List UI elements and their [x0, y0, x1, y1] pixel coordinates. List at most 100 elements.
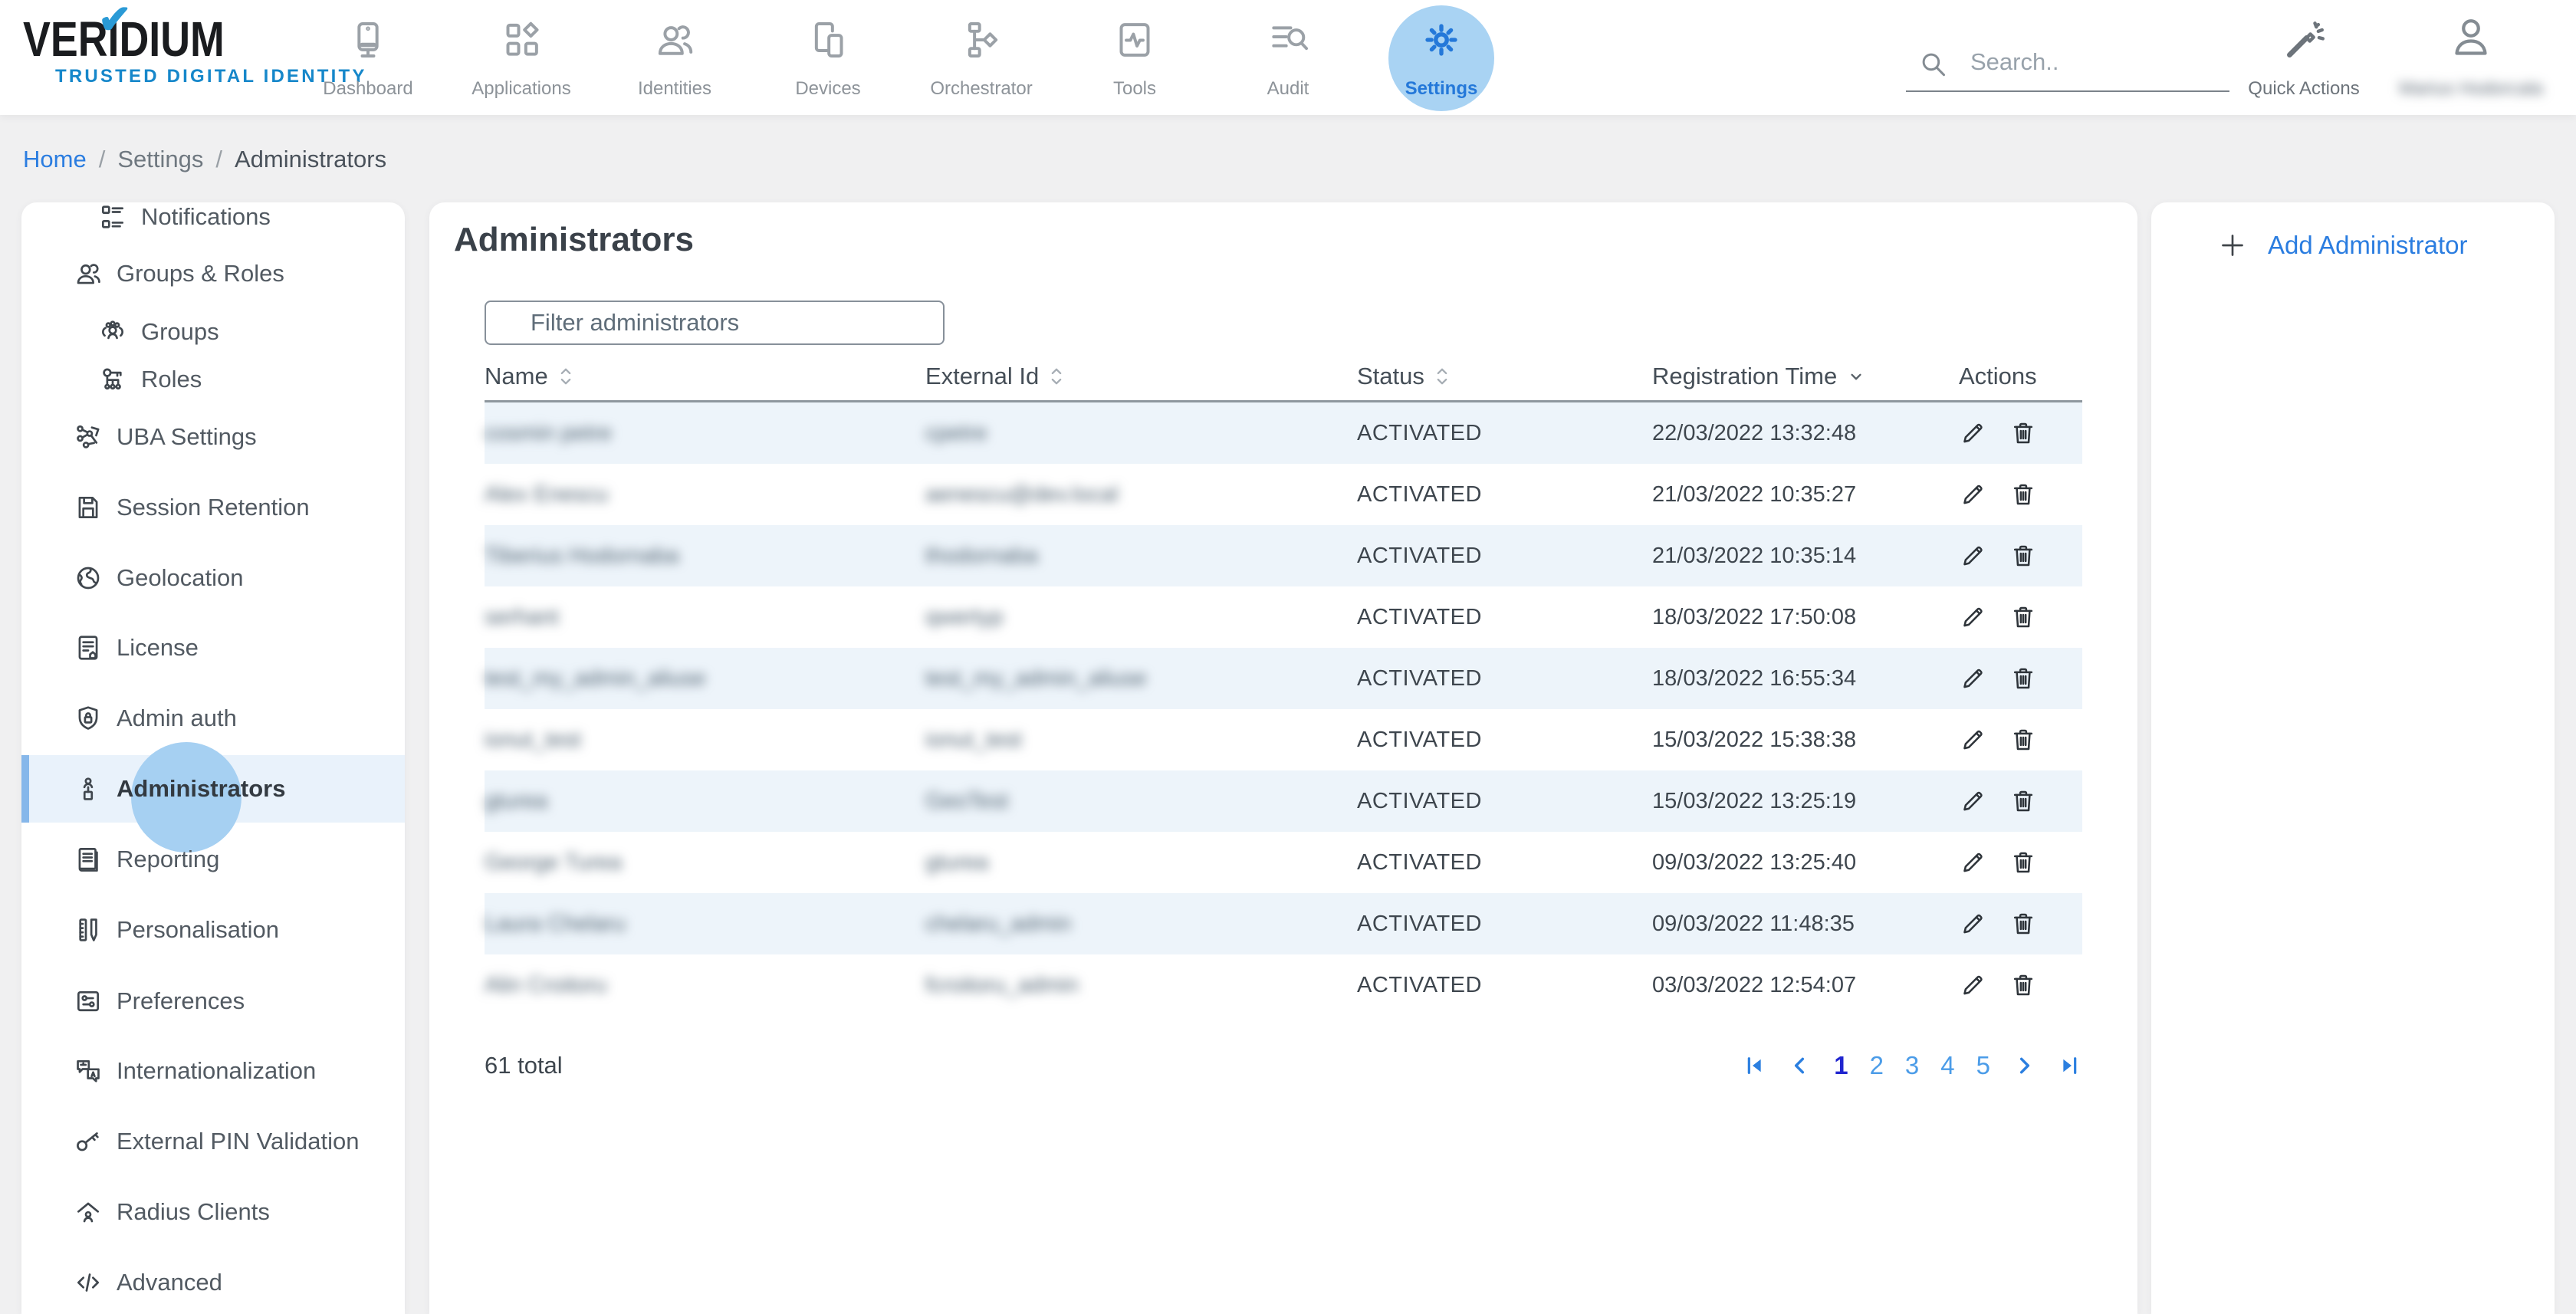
sidebar-item-advanced[interactable]: Advanced: [21, 1258, 405, 1307]
sort-icon: [1048, 365, 1065, 388]
cell-status: ACTIVATED: [1357, 850, 1652, 875]
antenna-house-icon: [74, 1197, 103, 1227]
nav-item-audit[interactable]: Audit: [1227, 0, 1349, 115]
nav-item-label: Dashboard: [307, 78, 429, 100]
user-menu-button[interactable]: Marius Hodorcala: [2398, 0, 2544, 115]
cell-name: George Turea: [485, 850, 925, 875]
nav-item-dashboard[interactable]: Dashboard: [307, 0, 429, 115]
sidebar-item-roles[interactable]: Roles: [21, 355, 405, 404]
edit-button[interactable]: [1959, 787, 1986, 815]
sidebar-item-internationalization[interactable]: Internationalization: [21, 1046, 405, 1096]
breadcrumb-home[interactable]: Home: [23, 146, 87, 173]
sidebar-item-geolocation[interactable]: Geolocation: [21, 554, 405, 603]
flowchart-icon: [960, 18, 1003, 61]
nav-item-orchestrator[interactable]: Orchestrator: [920, 0, 1043, 115]
sidebar-item-reporting[interactable]: Reporting: [21, 835, 405, 884]
edit-button[interactable]: [1959, 665, 1986, 692]
veridium-admin-app: VERIDIUM ✔ TRUSTED DIGITAL IDENTITY Dash…: [0, 0, 2576, 1314]
sidebar-item-label: License: [117, 634, 199, 662]
breadcrumb-settings[interactable]: Settings: [117, 146, 203, 173]
last-page-button[interactable]: [2058, 1053, 2082, 1078]
column-header-status[interactable]: Status: [1357, 363, 1652, 390]
top-nav: VERIDIUM ✔ TRUSTED DIGITAL IDENTITY Dash…: [0, 0, 2576, 115]
cell-external-id: fcroitoru_admin: [925, 973, 1357, 998]
sidebar-item-personalisation[interactable]: Personalisation: [21, 905, 405, 954]
grid-apps-icon: [500, 18, 543, 61]
sidebar-item-admin-auth[interactable]: Admin auth: [21, 694, 405, 743]
monitor-icon: [347, 18, 389, 61]
code-icon: [74, 1268, 103, 1297]
edit-button[interactable]: [1959, 419, 1986, 447]
sidebar-item-notifications[interactable]: Notifications: [21, 202, 405, 241]
actions-panel: Add Administrator: [2151, 202, 2555, 1314]
delete-button[interactable]: [2009, 603, 2037, 631]
cell-registration-time: 09/03/2022 11:48:35: [1652, 912, 1959, 937]
quick-actions-button[interactable]: Quick Actions: [2231, 0, 2377, 115]
delete-button[interactable]: [2009, 787, 2037, 815]
nav-item-identities[interactable]: Identities: [613, 0, 736, 115]
nav-item-applications[interactable]: Applications: [460, 0, 583, 115]
filter-administrators-input[interactable]: [485, 301, 945, 345]
delete-button[interactable]: [2009, 665, 2037, 692]
delete-button[interactable]: [2009, 542, 2037, 570]
breadcrumb-separator: /: [99, 146, 106, 173]
administrators-panel: Administrators NameExternal IdStatusRegi…: [429, 202, 2137, 1314]
search-icon: [1917, 48, 1949, 80]
sort-icon: [1434, 365, 1451, 388]
delete-button[interactable]: [2009, 481, 2037, 508]
cell-status: ACTIVATED: [1357, 973, 1652, 998]
next-page-button[interactable]: [2012, 1053, 2036, 1078]
edit-button[interactable]: [1959, 726, 1986, 754]
sidebar-item-administrators[interactable]: Administrators: [21, 764, 405, 813]
breadcrumb-separator: /: [215, 146, 222, 173]
sidebar-item-groups[interactable]: Groups: [21, 307, 405, 356]
cell-actions: [1959, 419, 2082, 447]
edit-button[interactable]: [1959, 849, 1986, 876]
add-administrator-label: Add Administrator: [2268, 231, 2467, 260]
edit-button[interactable]: [1959, 542, 1986, 570]
delete-button[interactable]: [2009, 849, 2037, 876]
table-row: ionut_testionut_testACTIVATED15/03/2022 …: [485, 709, 2082, 770]
sidebar-item-label: Internationalization: [117, 1057, 316, 1085]
cell-actions: [1959, 665, 2082, 692]
search-input[interactable]: [1969, 40, 2225, 84]
cell-registration-time: 21/03/2022 10:35:14: [1652, 544, 1959, 569]
table-header-row: NameExternal IdStatusRegistration TimeAc…: [485, 353, 2082, 402]
edit-button[interactable]: [1959, 971, 1986, 999]
page-button-1[interactable]: 1: [1834, 1051, 1848, 1080]
nav-item-settings[interactable]: Settings: [1380, 0, 1503, 115]
edit-button[interactable]: [1959, 481, 1986, 508]
column-header-registration-time[interactable]: Registration Time: [1652, 363, 1959, 390]
delete-button[interactable]: [2009, 971, 2037, 999]
sidebar-item-preferences[interactable]: Preferences: [21, 977, 405, 1026]
column-header-external-id[interactable]: External Id: [925, 363, 1357, 390]
nav-item-devices[interactable]: Devices: [767, 0, 889, 115]
cell-external-id: thodornaba: [925, 544, 1357, 569]
page-button-3[interactable]: 3: [1905, 1051, 1919, 1080]
sidebar-item-uba-settings[interactable]: UBA Settings: [21, 412, 405, 462]
delete-button[interactable]: [2009, 726, 2037, 754]
sidebar-item-groups-roles[interactable]: Groups & Roles: [21, 249, 405, 298]
previous-page-button[interactable]: [1788, 1053, 1812, 1078]
nav-item-tools[interactable]: Tools: [1073, 0, 1196, 115]
column-header-name[interactable]: Name: [485, 363, 925, 390]
add-administrator-button[interactable]: Add Administrator: [2217, 230, 2467, 261]
sidebar-item-external-pin-validation[interactable]: External PIN Validation: [21, 1117, 405, 1166]
edit-button[interactable]: [1959, 603, 1986, 631]
document-icon: [74, 633, 103, 662]
table-row: Alin Croitorufcroitoru_adminACTIVATED03/…: [485, 954, 2082, 1016]
plus-icon: [2217, 230, 2248, 261]
sidebar-item-radius-clients[interactable]: Radius Clients: [21, 1188, 405, 1237]
cell-registration-time: 15/03/2022 15:38:38: [1652, 728, 1959, 753]
user-icon: [2448, 14, 2494, 60]
cell-status: ACTIVATED: [1357, 421, 1652, 446]
sidebar-item-session-retention[interactable]: Session Retention: [21, 483, 405, 532]
page-button-2[interactable]: 2: [1870, 1051, 1884, 1080]
page-button-5[interactable]: 5: [1976, 1051, 1990, 1080]
delete-button[interactable]: [2009, 910, 2037, 938]
first-page-button[interactable]: [1742, 1053, 1766, 1078]
delete-button[interactable]: [2009, 419, 2037, 447]
page-button-4[interactable]: 4: [1940, 1051, 1954, 1080]
sidebar-item-license[interactable]: License: [21, 623, 405, 672]
edit-button[interactable]: [1959, 910, 1986, 938]
